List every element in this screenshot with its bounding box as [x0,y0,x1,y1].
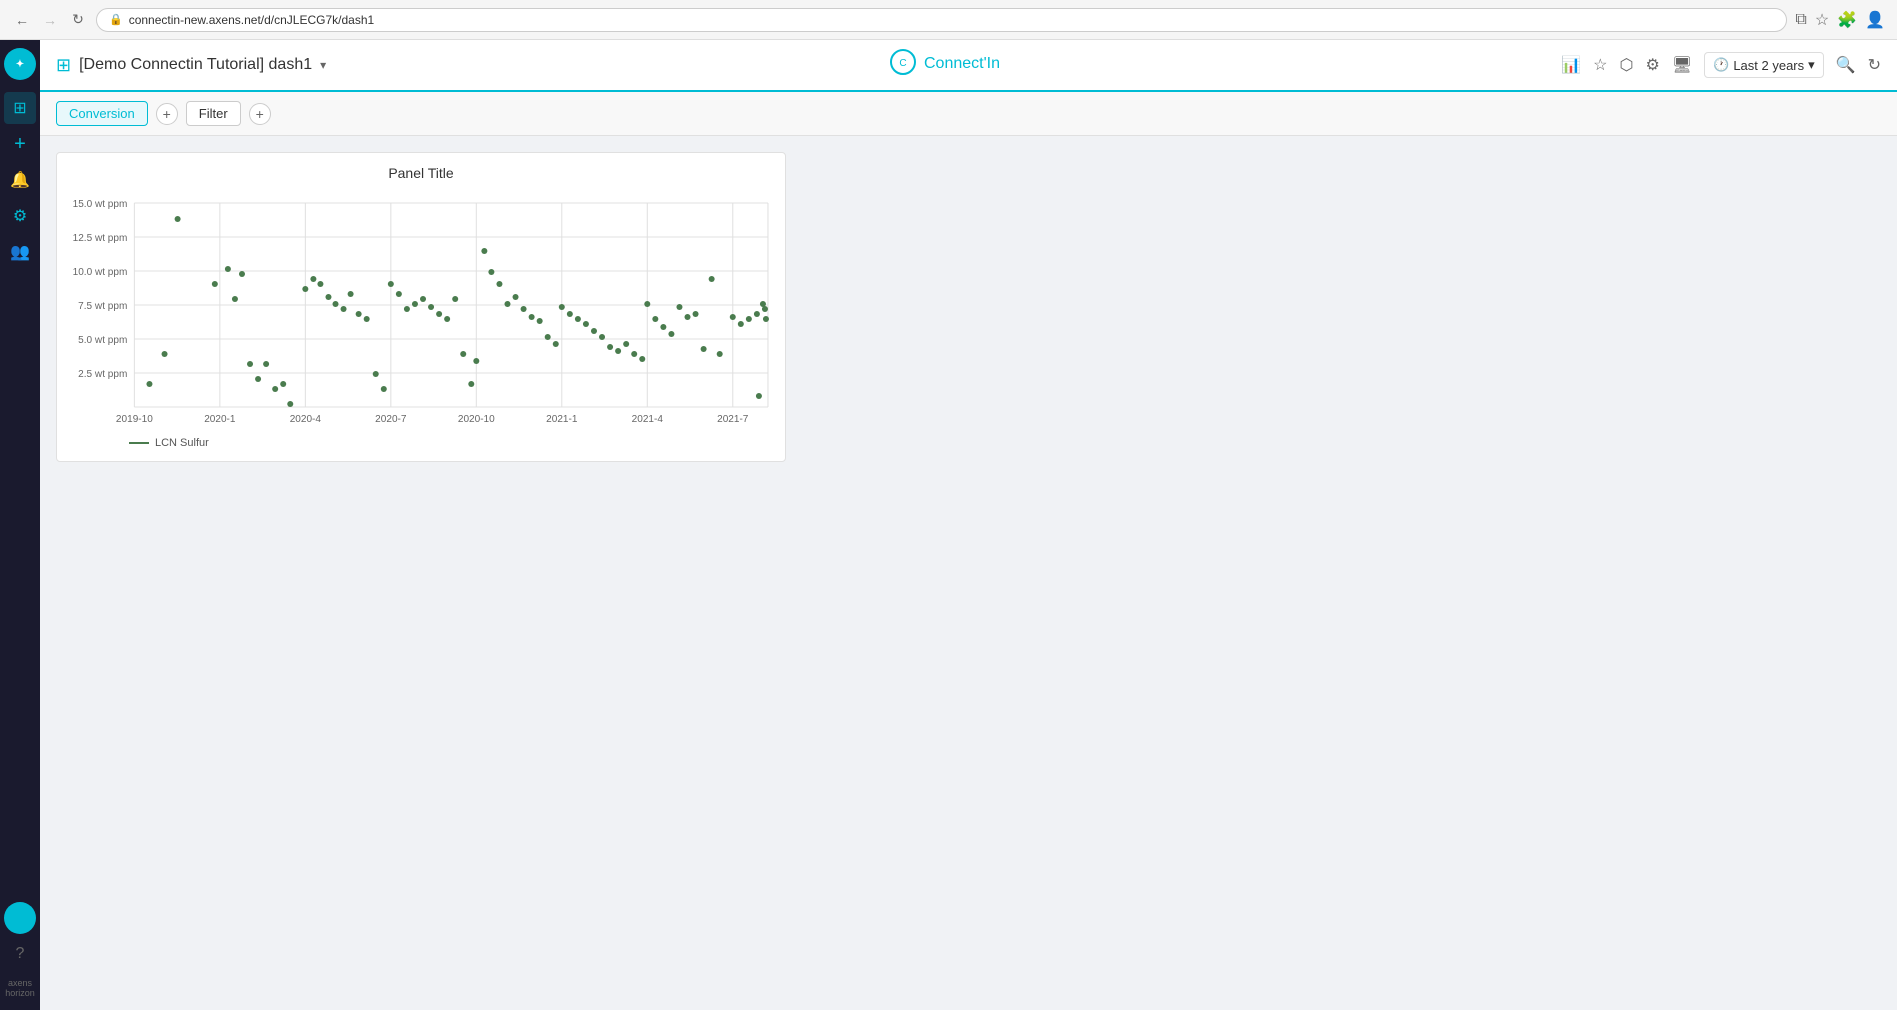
panel: Panel Title 15.0 wt ppm 12.5 wt ppm 10.0… [56,152,786,462]
extensions-button[interactable]: ⧉ [1795,11,1806,29]
main-content: ⊞ [Demo Connectin Tutorial] dash1 ▾ C Co… [40,40,1897,1010]
status-dot [4,902,36,934]
address-bar[interactable]: 🔒 connectin-new.axens.net/d/cnJLECG7k/da… [96,8,1787,32]
sidebar-item-add[interactable]: + [4,128,36,160]
svg-text:C: C [899,58,906,69]
sidebar-item-bell[interactable]: 🔔 [4,164,36,196]
brand-label: axens horizon [0,974,40,1002]
add-tab-button[interactable]: + [156,103,178,125]
lock-icon: 🔒 [109,13,123,26]
svg-text:2020-4: 2020-4 [290,414,322,425]
sidebar-logo[interactable]: ✦ [4,48,36,80]
app-container: ✦ ⊞ + 🔔 ⚙ 👥 ? axens horizon [0,40,1897,1010]
settings-icon[interactable]: ⚙ [1645,55,1659,75]
clock-icon: 🕐 [1713,57,1729,73]
conversion-tab[interactable]: Conversion [56,101,148,126]
sidebar-item-settings[interactable]: ⚙ [4,200,36,232]
browser-actions: ⧉ ☆ 🧩 👤 [1795,10,1885,30]
top-bar-center: C Connect'In [889,48,1009,82]
top-bar-right: 📊 ☆ ⬡ ⚙ 🖥 🕐 Last 2 years ▾ 🔍 ↻ [1561,52,1881,78]
add-filter-button[interactable]: + [249,103,271,125]
sidebar: ✦ ⊞ + 🔔 ⚙ 👥 ? axens horizon [0,40,40,1010]
svg-text:7.5 wt ppm: 7.5 wt ppm [78,301,127,312]
search-icon[interactable]: 🔍 [1836,55,1856,75]
grid-icon: ⊞ [56,55,71,76]
top-bar-left: ⊞ [Demo Connectin Tutorial] dash1 ▾ [56,55,326,76]
svg-text:2.5 wt ppm: 2.5 wt ppm [78,369,127,380]
chart-svg: 15.0 wt ppm 12.5 wt ppm 10.0 wt ppm 7.5 … [69,189,773,429]
svg-text:2021-7: 2021-7 [717,414,749,425]
toolbar: Conversion + Filter + [40,92,1897,136]
sidebar-item-dashboard[interactable]: ⊞ [4,92,36,124]
chevron-down-icon[interactable]: ▾ [320,58,326,72]
share-icon[interactable]: ⬡ [1620,55,1634,75]
panel-title: Panel Title [69,165,773,181]
legend-label: LCN Sulfur [155,437,209,449]
refresh-button[interactable]: ↻ [68,10,88,30]
svg-text:Connect'In: Connect'In [924,55,1000,72]
monitor-icon[interactable]: 🖥 [1672,55,1692,75]
puzzle-button[interactable]: 🧩 [1837,10,1857,30]
add-icon: + [14,133,26,156]
svg-text:12.5 wt ppm: 12.5 wt ppm [73,233,128,244]
profile-button[interactable]: 👤 [1865,10,1885,30]
svg-text:2020-1: 2020-1 [204,414,236,425]
gear-icon: ⚙ [13,206,27,226]
time-range-chevron: ▾ [1808,57,1815,73]
filter-tab[interactable]: Filter [186,101,241,126]
logo-icon: ✦ [16,59,24,70]
users-icon: 👥 [10,242,30,262]
dashboard-title: [Demo Connectin Tutorial] dash1 [79,56,312,74]
legend-line [129,442,149,444]
star-button[interactable]: ☆ [1815,10,1829,30]
svg-text:2019-10: 2019-10 [116,414,153,425]
forward-button[interactable]: → [40,10,60,30]
svg-text:2021-1: 2021-1 [546,414,578,425]
browser-chrome: ← → ↻ 🔒 connectin-new.axens.net/d/cnJLEC… [0,0,1897,40]
svg-text:5.0 wt ppm: 5.0 wt ppm [78,335,127,346]
star-icon[interactable]: ☆ [1593,55,1607,75]
svg-text:2020-7: 2020-7 [375,414,407,425]
refresh-icon[interactable]: ↻ [1868,55,1881,75]
chart-container: 15.0 wt ppm 12.5 wt ppm 10.0 wt ppm 7.5 … [69,189,773,429]
help-button[interactable]: ? [4,938,36,970]
back-button[interactable]: ← [12,10,32,30]
svg-text:10.0 wt ppm: 10.0 wt ppm [73,267,128,278]
time-range-label: Last 2 years [1733,58,1804,73]
bell-icon: 🔔 [10,170,30,190]
svg-text:2020-10: 2020-10 [458,414,495,425]
sidebar-item-users[interactable]: 👥 [4,236,36,268]
top-bar: ⊞ [Demo Connectin Tutorial] dash1 ▾ C Co… [40,40,1897,92]
chart-icon[interactable]: 📊 [1561,55,1581,75]
time-range-picker[interactable]: 🕐 Last 2 years ▾ [1704,52,1824,78]
app-logo: C Connect'In [889,59,1009,81]
dashboard-icon: ⊞ [13,98,26,118]
svg-text:2021-4: 2021-4 [632,414,664,425]
dashboard-area: Panel Title 15.0 wt ppm 12.5 wt ppm 10.0… [40,136,1897,1010]
svg-text:15.0 wt ppm: 15.0 wt ppm [73,199,128,210]
chart-legend: LCN Sulfur [69,429,773,449]
url-text: connectin-new.axens.net/d/cnJLECG7k/dash… [129,13,374,27]
